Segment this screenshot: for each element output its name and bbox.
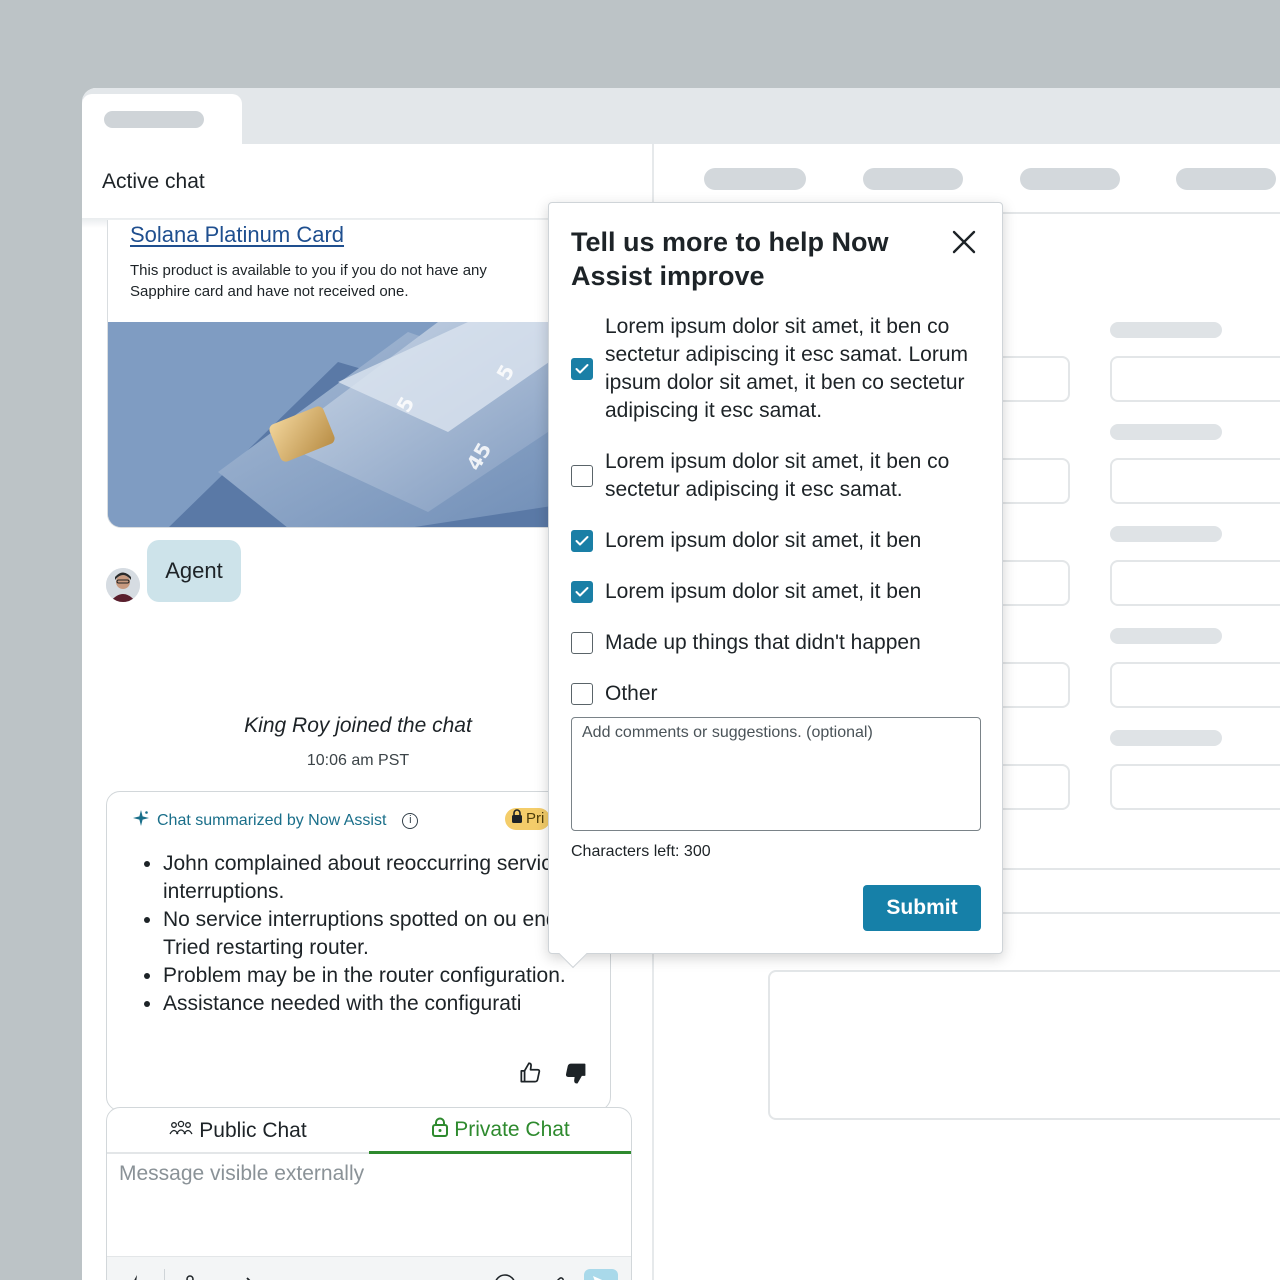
summary-bullet: John complained about reoccurring servic… xyxy=(163,850,603,906)
feedback-checkbox[interactable] xyxy=(571,683,593,705)
summary-header-text: Chat summarized by Now Assist xyxy=(157,811,387,829)
thumbs-down-icon[interactable] xyxy=(563,1060,589,1086)
panel-title: Active chat xyxy=(102,170,205,193)
feedback-option-label: Other xyxy=(605,682,658,705)
browser-tabbar xyxy=(82,88,1280,146)
send-icon xyxy=(592,1275,610,1280)
skeleton-textarea xyxy=(768,970,1280,1120)
tab-private-chat[interactable]: Private Chat xyxy=(369,1108,631,1154)
feedback-checkbox[interactable] xyxy=(571,530,593,552)
feedback-title: Tell us more to help Now Assist improve xyxy=(571,227,889,291)
composer-tabs: Public Chat Private Chat xyxy=(107,1108,631,1154)
summary-bullet: Assistance needed with the configurati xyxy=(163,990,603,1018)
message-composer: Public Chat Private Chat xyxy=(106,1107,632,1280)
feedback-option[interactable]: Lorem ipsum dolor sit amet, it ben co se… xyxy=(571,313,985,425)
summary-bullet: Problem may be in the router configurati… xyxy=(163,962,603,990)
feedback-option[interactable]: Lorem ipsum dolor sit amet, it ben xyxy=(571,578,985,606)
summary-header: Chat summarized by Now Assist i xyxy=(133,810,419,831)
feedback-option[interactable]: Made up things that didn't happen xyxy=(571,629,985,657)
characters-left: Characters left: 300 xyxy=(571,843,711,860)
transfer-icon[interactable] xyxy=(181,1271,209,1280)
group-icon xyxy=(169,1119,193,1143)
skeleton-label xyxy=(1110,424,1222,440)
feedback-option[interactable]: Other xyxy=(571,680,985,708)
send-button[interactable] xyxy=(584,1269,618,1280)
lock-icon xyxy=(511,808,523,830)
feedback-option[interactable]: Lorem ipsum dolor sit amet, it ben co se… xyxy=(571,448,985,504)
feedback-popover: Tell us more to help Now Assist improve … xyxy=(548,202,1003,969)
skeleton-field xyxy=(1110,662,1280,708)
skeleton-tab xyxy=(863,168,963,190)
private-badge: Pri xyxy=(505,808,551,830)
credit-card-image: 5 45 5 xyxy=(108,322,576,527)
close-icon[interactable] xyxy=(949,227,979,257)
skeleton-label xyxy=(1110,526,1222,542)
message-input[interactable] xyxy=(107,1154,631,1254)
emoji-icon[interactable] xyxy=(491,1271,519,1280)
feedback-option-label: Lorem ipsum dolor sit amet, it ben xyxy=(605,580,922,603)
skeleton-label xyxy=(1110,322,1222,338)
feedback-option-label: Lorem ipsum dolor sit amet, it ben co se… xyxy=(605,450,950,501)
product-card-link[interactable]: Solana Platinum Card xyxy=(130,222,344,248)
composer-toolbar xyxy=(107,1256,631,1280)
skeleton-field xyxy=(1110,356,1280,402)
product-card: Solana Platinum Card This product is ava… xyxy=(107,220,577,528)
sparkle-icon xyxy=(133,810,149,831)
tab-title-placeholder xyxy=(104,111,204,128)
feedback-comment-input[interactable] xyxy=(571,717,981,831)
bolt-icon[interactable] xyxy=(122,1271,150,1280)
now-assist-summary-card: Chat summarized by Now Assist i Pri John… xyxy=(106,791,611,1111)
summary-bullets: John complained about reoccurring servic… xyxy=(163,850,603,1018)
skeleton-label xyxy=(1110,730,1222,746)
toolbar-divider xyxy=(164,1269,165,1280)
feedback-checkbox[interactable] xyxy=(571,465,593,487)
feedback-option-label: Lorem ipsum dolor sit amet, it ben xyxy=(605,529,922,552)
tab-public-chat[interactable]: Public Chat xyxy=(107,1108,369,1154)
submit-button[interactable]: Submit xyxy=(863,885,981,931)
skeleton-field xyxy=(1110,560,1280,606)
agent-bubble: Agent xyxy=(147,540,241,602)
skeleton-tab xyxy=(1020,168,1120,190)
skeleton-field xyxy=(1110,764,1280,810)
active-tab[interactable] xyxy=(82,94,242,146)
skeleton-label xyxy=(1110,628,1222,644)
credit-cards-illustration: 5 45 5 xyxy=(108,322,576,527)
skeleton-tab xyxy=(1176,168,1276,190)
agent-avatar xyxy=(106,568,140,602)
summary-bullet: No service interruptions spotted on ou e… xyxy=(163,906,603,962)
skeleton-tab xyxy=(704,168,806,190)
lock-icon xyxy=(432,1117,449,1143)
feedback-option-label: Lorem ipsum dolor sit amet, it ben co se… xyxy=(605,315,968,422)
feedback-checkbox[interactable] xyxy=(571,581,593,603)
feedback-checkbox[interactable] xyxy=(571,632,593,654)
product-card-description: This product is available to you if you … xyxy=(130,262,487,300)
info-icon[interactable]: i xyxy=(402,812,419,829)
feedback-option-label: Made up things that didn't happen xyxy=(605,631,921,654)
arrow-right-icon[interactable] xyxy=(231,1271,259,1280)
feedback-option[interactable]: Lorem ipsum dolor sit amet, it ben xyxy=(571,527,985,555)
feedback-checkbox[interactable] xyxy=(571,358,593,380)
thumbs-up-icon[interactable] xyxy=(517,1060,543,1086)
private-badge-label: Pri xyxy=(526,810,545,827)
paperclip-icon[interactable] xyxy=(543,1271,571,1280)
tab-public-label: Public Chat xyxy=(199,1119,307,1142)
skeleton-field xyxy=(1110,458,1280,504)
tab-private-label: Private Chat xyxy=(454,1117,570,1141)
